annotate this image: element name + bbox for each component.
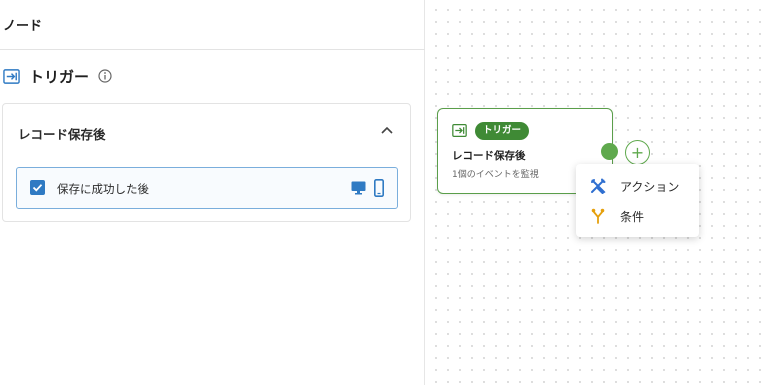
add-node-menu: アクション 条件 [576,164,699,237]
branch-icon [591,208,605,224]
info-icon[interactable] [98,69,112,83]
node-subtitle: 1個のイベントを監視 [452,170,539,180]
mobile-icon [374,179,384,197]
menu-item-label: アクション [620,180,680,194]
trigger-enter-icon [3,68,20,84]
panel-title: ノード [3,19,43,34]
add-node-button[interactable]: + [625,140,650,165]
menu-item-action[interactable]: アクション [576,171,699,201]
menu-item-label: 条件 [620,210,645,224]
card-title: レコード保存後 [18,127,106,142]
node-output-handle[interactable] [601,143,618,160]
tools-icon [591,178,606,194]
check-icon [32,184,43,192]
save-success-option[interactable]: 保存に成功した後 [16,167,398,209]
node-type-badge: トリガー [475,122,530,140]
trigger-enter-icon [452,124,467,137]
plus-icon: + [630,142,645,162]
chevron-up-icon[interactable] [381,126,393,134]
node-settings-panel: ノード トリガー レコード保存後 保存に成功した後 [0,0,425,385]
trigger-event-card: レコード保存後 保存に成功した後 [2,103,411,222]
node-title: レコード保存後 [452,150,526,162]
save-success-checkbox[interactable] [30,180,45,195]
panel-header: ノード [0,0,425,50]
trigger-section-header: トリガー [3,64,112,88]
desktop-icon [351,181,366,195]
section-title: トリガー [29,67,90,86]
menu-item-condition[interactable]: 条件 [576,201,699,231]
option-label: 保存に成功した後 [57,182,149,196]
